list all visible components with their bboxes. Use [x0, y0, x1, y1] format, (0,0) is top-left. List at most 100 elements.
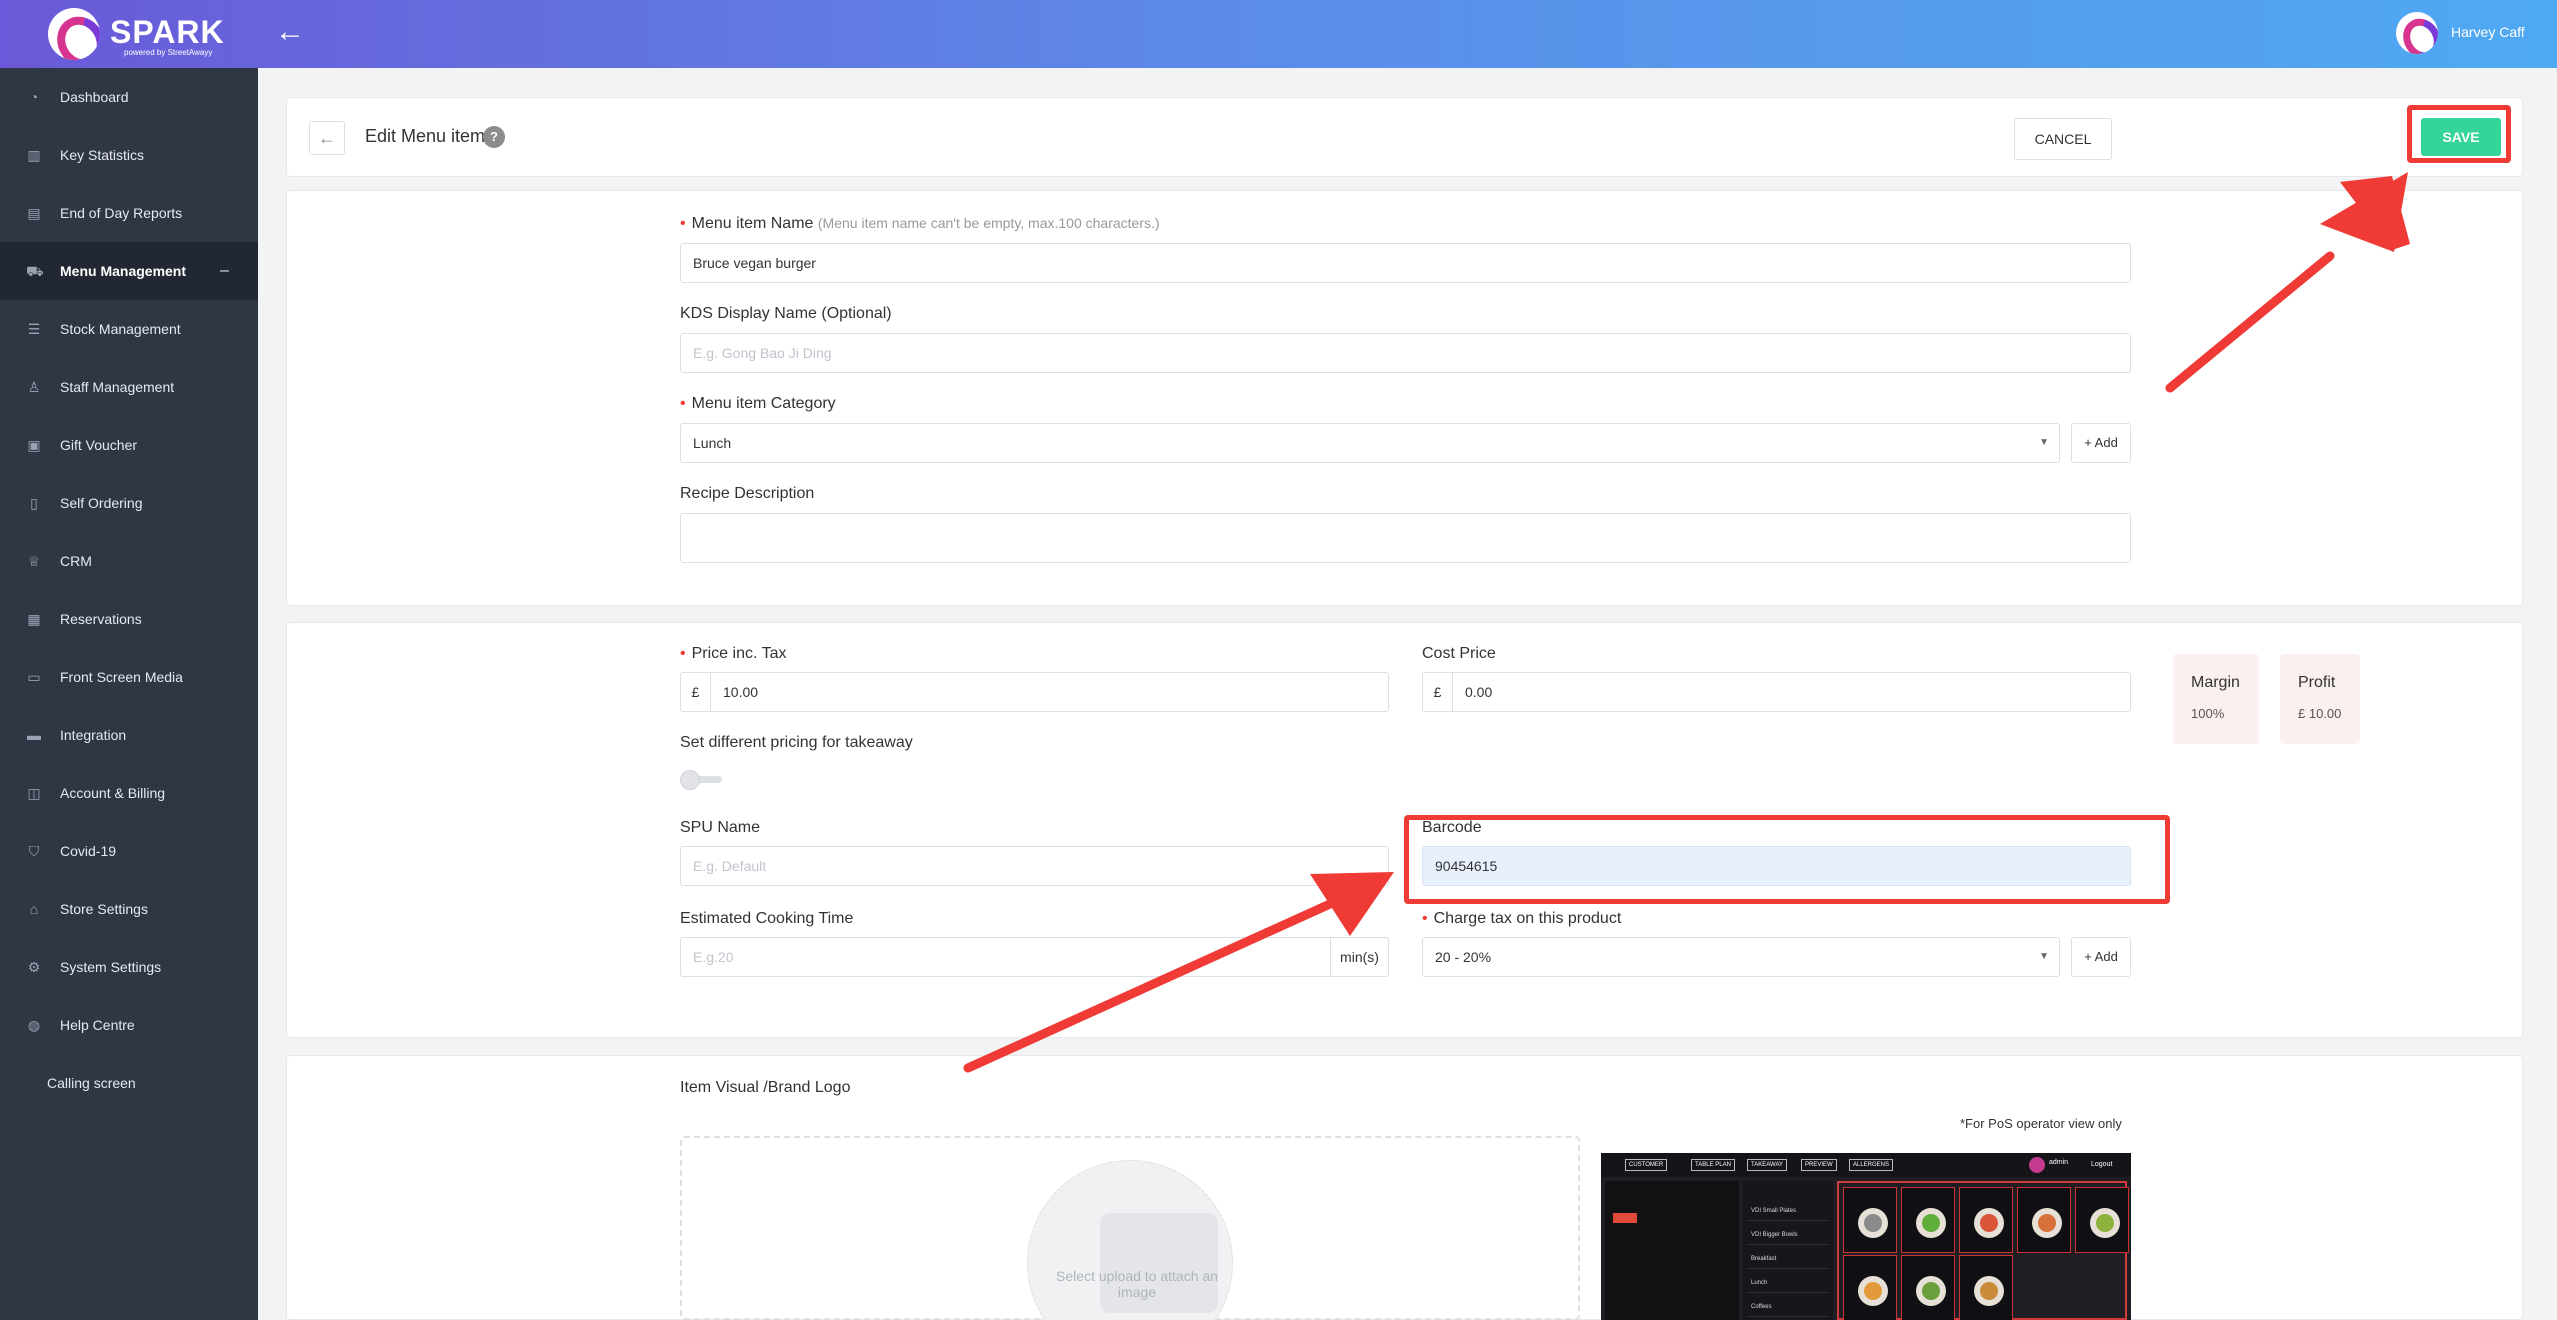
- sidebar-item-label: Self Ordering: [60, 495, 143, 511]
- pos-dish: [1959, 1255, 2013, 1320]
- sidebar-item-label: Key Statistics: [60, 147, 145, 163]
- menu-item-name-label: • Menu item Name (Menu item name can't be…: [680, 215, 1160, 232]
- food: [1980, 1214, 1998, 1232]
- add-tax-button[interactable]: + Add: [2071, 937, 2131, 977]
- sidebar-item-store-settings[interactable]: ⌂ Store Settings: [0, 880, 258, 938]
- back-button[interactable]: ←: [309, 121, 345, 155]
- charge-tax-value: 20 - 20%: [1435, 949, 1492, 965]
- price-label: • Price inc. Tax: [680, 645, 787, 662]
- image-upload-area[interactable]: Select upload to attach an image: [680, 1136, 1580, 1320]
- spu-name-input[interactable]: E.g. Default: [680, 846, 1389, 886]
- takeaway-pricing-label: Set different pricing for takeaway: [680, 734, 913, 751]
- pos-tab-takeaway: TAKEAWAY: [1747, 1159, 1788, 1171]
- page-title: Edit Menu item: [365, 126, 486, 146]
- pos-tab-preview: PREVIEW: [1801, 1159, 1837, 1171]
- pos-dish: [1901, 1255, 1955, 1320]
- sidebar-item-label: Staff Management: [60, 379, 175, 395]
- database-icon: ☰: [27, 321, 41, 337]
- kds-display-name-label: KDS Display Name (Optional): [680, 305, 892, 322]
- menu-item-category-value: Lunch: [693, 435, 732, 451]
- charge-tax-select[interactable]: 20 - 20% ▼: [1422, 937, 2060, 977]
- header-back-arrow-icon[interactable]: ←: [272, 14, 308, 50]
- sidebar-item-integration[interactable]: ▬ Integration: [0, 706, 258, 764]
- sidebar-item-account-billing[interactable]: ◫ Account & Billing: [0, 764, 258, 822]
- menu-item-category-select[interactable]: Lunch ▼: [680, 423, 2060, 463]
- menu-item-name-label-text: Menu item Name: [691, 215, 814, 232]
- pos-order-panel: [1605, 1181, 1739, 1320]
- sidebar: ◔ Dashboard ▥ Key Statistics ▤ End of Da…: [0, 68, 258, 1320]
- user-avatar[interactable]: [2396, 12, 2438, 54]
- pos-operator-note: *For PoS operator view only: [1960, 1116, 2122, 1131]
- sidebar-item-gift-voucher[interactable]: ▣ Gift Voucher: [0, 416, 258, 474]
- sidebar-item-end-of-day-reports[interactable]: ▤ End of Day Reports: [0, 184, 258, 242]
- spark-logo[interactable]: [48, 8, 100, 60]
- sidebar-item-label: End of Day Reports: [60, 205, 183, 221]
- tablet-icon: ▯: [30, 495, 38, 511]
- caret-down-icon: ▼: [2039, 437, 2049, 448]
- food: [1922, 1282, 1940, 1300]
- margin-box: Margin 100%: [2173, 654, 2259, 744]
- sidebar-item-system-settings[interactable]: ⚙ System Settings: [0, 938, 258, 996]
- sidebar-item-key-statistics[interactable]: ▥ Key Statistics: [0, 126, 258, 184]
- cooking-time-placeholder: E.g.20: [693, 949, 734, 965]
- takeaway-pricing-toggle[interactable]: [680, 770, 722, 790]
- pos-tab-customer: CUSTOMER: [1625, 1159, 1668, 1171]
- pos-dish: [1843, 1187, 1897, 1253]
- menu-item-name-input[interactable]: Bruce vegan burger: [680, 243, 2131, 283]
- pos-active-tab: [1613, 1213, 1637, 1223]
- charge-tax-label-text: Charge tax on this product: [1433, 910, 1622, 927]
- sidebar-item-stock-management[interactable]: ☰ Stock Management: [0, 300, 258, 358]
- sidebar-item-label: CRM: [60, 553, 92, 569]
- food: [1864, 1282, 1882, 1300]
- brand-name: SPARK: [110, 14, 225, 50]
- calendar-icon: ▦: [27, 611, 41, 627]
- top-bar: SPARK powered by StreetAwayy ← Harvey Ca…: [0, 0, 2557, 68]
- pos-dish: [1843, 1255, 1897, 1320]
- card-icon: ▬: [27, 727, 41, 743]
- menu-item-name-hint: (Menu item name can't be empty, max.100 …: [817, 215, 1160, 231]
- sidebar-item-label: Front Screen Media: [60, 669, 183, 685]
- pos-category-list: VDI Small Plates VDI Bigger Bowls Breakf…: [1743, 1181, 1833, 1320]
- billing-icon: ◫: [27, 785, 41, 801]
- menu-item-category-label: • Menu item Category: [680, 395, 836, 412]
- save-highlight-box: [2407, 105, 2511, 163]
- add-category-button[interactable]: + Add: [2071, 423, 2131, 463]
- cancel-button[interactable]: CANCEL: [2014, 118, 2112, 160]
- spu-name-label: SPU Name: [680, 819, 761, 836]
- laptop-icon: ▭: [27, 669, 41, 685]
- user-name[interactable]: Harvey Caff: [2451, 24, 2525, 40]
- sidebar-item-label: System Settings: [60, 959, 162, 975]
- collapse-icon[interactable]: –: [220, 262, 229, 280]
- sidebar-item-crm[interactable]: ♕ CRM: [0, 532, 258, 590]
- sidebar-item-label: Calling screen: [47, 1075, 136, 1091]
- sidebar-item-staff-management[interactable]: ♙ Staff Management: [0, 358, 258, 416]
- recipe-description-label: Recipe Description: [680, 485, 815, 502]
- kds-display-name-input[interactable]: E.g. Gong Bao Ji Ding: [680, 333, 2131, 373]
- menu-item-category-label-text: Menu item Category: [691, 395, 836, 412]
- cost-price-value: 0.00: [1465, 684, 1493, 700]
- charge-tax-label: • Charge tax on this product: [1422, 910, 1622, 927]
- sidebar-item-menu-management[interactable]: ⛟ Menu Management –: [0, 242, 258, 300]
- dashboard-icon: ◔: [29, 89, 39, 105]
- user-icon: ♙: [27, 379, 41, 395]
- sidebar-item-calling-screen[interactable]: Calling screen: [0, 1054, 258, 1112]
- currency-prefix: £: [1423, 673, 1453, 711]
- profit-box: Profit £ 10.00: [2280, 654, 2360, 744]
- sidebar-item-reservations[interactable]: ▦ Reservations: [0, 590, 258, 648]
- cooking-time-input[interactable]: E.g.20 min(s): [680, 937, 1389, 977]
- sidebar-item-self-ordering[interactable]: ▯ Self Ordering: [0, 474, 258, 532]
- shield-icon: ⛉: [28, 843, 40, 859]
- brand-subtitle: powered by StreetAwayy: [124, 48, 213, 57]
- pos-category-item: VDI Small Plates: [1747, 1201, 1829, 1221]
- sidebar-item-front-screen-media[interactable]: ▭ Front Screen Media: [0, 648, 258, 706]
- pos-category-item: VDI Bigger Bowls: [1747, 1225, 1829, 1245]
- cost-price-input[interactable]: £ 0.00: [1422, 672, 2131, 712]
- price-value: 10.00: [723, 684, 759, 700]
- sidebar-item-covid-19[interactable]: ⛉ Covid-19: [0, 822, 258, 880]
- sidebar-item-help-centre[interactable]: ◍ Help Centre: [0, 996, 258, 1054]
- recipe-description-textarea[interactable]: [680, 513, 2131, 563]
- sidebar-item-dashboard[interactable]: ◔ Dashboard: [0, 68, 258, 126]
- price-input[interactable]: £ 10.00: [680, 672, 1389, 712]
- help-icon[interactable]: ?: [483, 126, 505, 148]
- cooking-time-label: Estimated Cooking Time: [680, 910, 854, 927]
